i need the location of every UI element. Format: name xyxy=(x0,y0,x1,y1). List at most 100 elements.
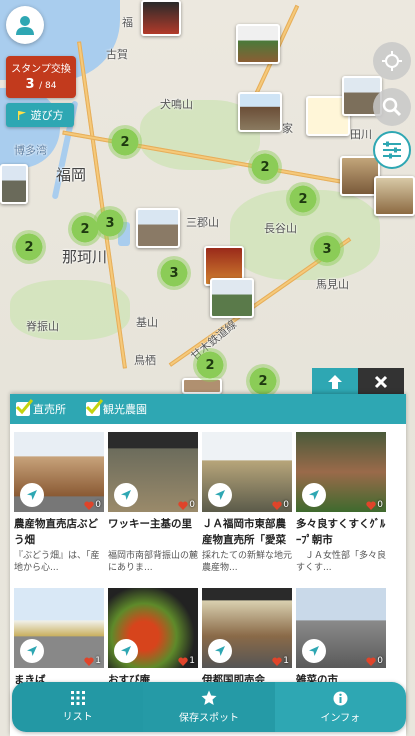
sliders-icon xyxy=(383,141,401,159)
navigation-arrow-icon xyxy=(121,490,131,500)
spot-name: ワッキー主基の里 xyxy=(108,518,192,530)
grid-icon xyxy=(70,691,85,705)
spot-photo: 0 xyxy=(296,432,386,512)
panel-controls xyxy=(312,368,404,396)
arrow-up-icon xyxy=(328,375,342,389)
close-panel-button[interactable] xyxy=(358,368,404,396)
map-spot-thumbnail[interactable] xyxy=(236,24,280,64)
map-label: 長谷山 xyxy=(264,222,297,235)
heart-icon xyxy=(84,657,94,666)
nav-label: 保存スポット xyxy=(178,713,239,724)
map-cluster-marker[interactable]: 2 xyxy=(68,212,102,246)
expand-panel-button[interactable] xyxy=(312,368,358,396)
flag-icon xyxy=(17,111,26,120)
map-cluster-marker[interactable]: 2 xyxy=(12,230,46,264)
map-label: 田川 xyxy=(350,128,372,141)
spot-photo: 0 xyxy=(14,432,104,512)
bottom-navigation: リスト 保存スポット インフォ xyxy=(12,682,406,732)
heart-icon xyxy=(366,501,376,510)
map-cluster-marker[interactable]: 2 xyxy=(108,125,142,159)
navigate-button[interactable] xyxy=(20,639,44,663)
map-cluster-marker[interactable]: 3 xyxy=(310,232,344,266)
navigation-arrow-icon xyxy=(215,646,225,656)
like-count[interactable]: 1 xyxy=(84,656,101,666)
map-spot-thumbnail[interactable] xyxy=(238,92,282,132)
navigate-button[interactable] xyxy=(302,483,326,507)
map-label: 古賀 xyxy=(106,48,128,61)
filter-tourist-farm[interactable]: 観光農園 xyxy=(85,399,147,417)
navigate-button[interactable] xyxy=(208,639,232,663)
nav-info[interactable]: インフォ xyxy=(274,682,406,732)
spot-description: 採れたての新鮮な地元農産物... xyxy=(202,551,292,573)
map-spot-thumbnail[interactable] xyxy=(141,0,181,36)
user-profile-button[interactable] xyxy=(6,6,44,44)
navigation-arrow-icon xyxy=(215,490,225,500)
map-spot-thumbnail[interactable] xyxy=(136,208,180,248)
map-label: 脊振山 xyxy=(26,320,59,333)
spot-card[interactable]: 0 農産物直売店ぶどう畑 『ぶどう畑』は、「産地から心... xyxy=(14,432,104,574)
navigate-button[interactable] xyxy=(20,483,44,507)
navigation-arrow-icon xyxy=(27,646,37,656)
map-cluster-marker[interactable]: 2 xyxy=(248,150,282,184)
map-cluster-marker[interactable]: 3 xyxy=(157,256,191,290)
map-cluster-marker[interactable]: 2 xyxy=(246,364,280,398)
star-icon xyxy=(201,690,217,705)
navigation-arrow-icon xyxy=(309,490,319,500)
navigate-button[interactable] xyxy=(114,483,138,507)
like-count[interactable]: 0 xyxy=(178,500,195,510)
spot-name: ＪＡ福岡市東部農産物直売所「愛菜市場」 xyxy=(202,518,286,546)
spot-photo: 0 xyxy=(296,588,386,668)
spot-photo: 0 xyxy=(108,432,198,512)
navigation-arrow-icon xyxy=(27,490,37,500)
map-spot-thumbnail[interactable] xyxy=(374,176,415,216)
like-count[interactable]: 0 xyxy=(366,656,383,666)
navigate-button[interactable] xyxy=(114,639,138,663)
like-count[interactable]: 1 xyxy=(272,656,289,666)
like-count[interactable]: 1 xyxy=(178,656,195,666)
like-count[interactable]: 0 xyxy=(272,500,289,510)
locate-button[interactable] xyxy=(373,42,411,80)
nav-list[interactable]: リスト xyxy=(12,682,144,732)
map-cluster-marker[interactable]: 2 xyxy=(286,182,320,216)
like-count[interactable]: 0 xyxy=(84,500,101,510)
search-icon xyxy=(382,97,402,117)
spot-card[interactable]: 0 ＪＡ福岡市東部農産物直売所「愛菜市場」採れたての新鮮な地元農産物... xyxy=(202,432,292,574)
map-label: 福 xyxy=(122,16,133,29)
spot-description: 福岡市南部背振山の麓にありま... xyxy=(108,551,198,573)
filter-direct-sales[interactable]: 直売所 xyxy=(15,399,66,417)
navigation-arrow-icon xyxy=(309,646,319,656)
how-to-play-label: 遊び方 xyxy=(30,109,64,122)
map-label: 三郡山 xyxy=(186,216,219,229)
map-label: 基山 xyxy=(136,316,158,329)
map-label: 家 xyxy=(282,122,293,135)
map-label: 福岡 xyxy=(56,166,87,184)
nav-saved-spots[interactable]: 保存スポット xyxy=(143,682,275,732)
nav-label: インフォ xyxy=(320,712,361,724)
how-to-play-button[interactable]: 遊び方 xyxy=(6,103,74,127)
close-icon xyxy=(374,375,388,389)
filter-label: 直売所 xyxy=(33,403,66,416)
navigate-button[interactable] xyxy=(208,483,232,507)
map-cluster-marker[interactable]: 2 xyxy=(193,348,227,382)
heart-icon xyxy=(272,657,282,666)
map-spot-thumbnail[interactable] xyxy=(210,278,254,318)
map-label: 那珂川 xyxy=(62,248,108,266)
map-label: 馬見山 xyxy=(316,278,349,291)
user-icon xyxy=(16,16,34,35)
map-spot-thumbnail[interactable] xyxy=(0,164,28,204)
spot-name: 多々良すくすくｸﾞﾙｰﾌﾟ朝市 xyxy=(296,518,386,546)
navigation-arrow-icon xyxy=(121,646,131,656)
category-filter-bar: 直売所 観光農園 xyxy=(10,394,406,424)
search-button[interactable] xyxy=(373,88,411,126)
like-count[interactable]: 0 xyxy=(366,500,383,510)
stamp-exchange-button[interactable]: スタンプ交換 3 / 84 xyxy=(6,56,76,98)
spot-photo: 1 xyxy=(202,588,292,668)
filter-button[interactable] xyxy=(373,131,411,169)
spot-card[interactable]: 0 ワッキー主基の里福岡市南部背振山の麓にありま... xyxy=(108,432,198,574)
heart-icon xyxy=(272,501,282,510)
crosshair-icon xyxy=(382,51,402,71)
heart-icon xyxy=(84,501,94,510)
spot-card[interactable]: 0 多々良すくすくｸﾞﾙｰﾌﾟ朝市 ＪＡ女性部「多々良すくす... xyxy=(296,432,386,574)
spot-photo: 1 xyxy=(14,588,104,668)
navigate-button[interactable] xyxy=(302,639,326,663)
